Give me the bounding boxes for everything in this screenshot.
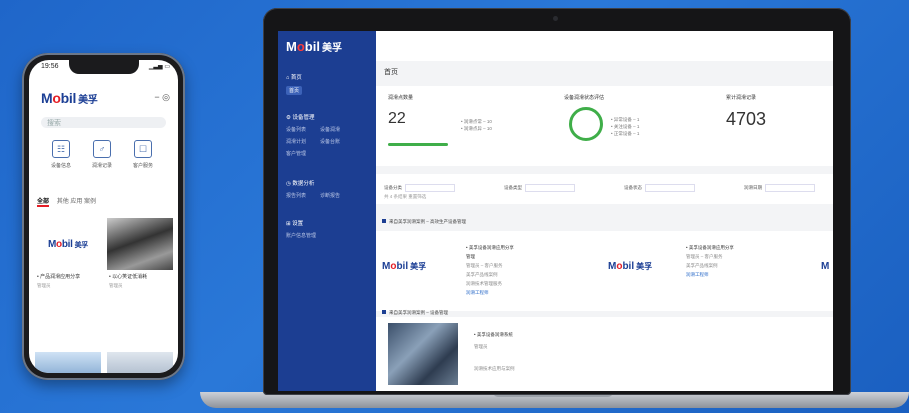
sidebar-item-device-lube[interactable]: 设备润滑	[320, 126, 340, 133]
filter-category[interactable]: 设备分类	[384, 184, 455, 192]
card-mobil-logo: Mobil 美孚	[608, 261, 653, 272]
phone-search-input[interactable]: 搜索	[41, 117, 166, 128]
section-header-1: 来自美孚润滑案例 – 高效生产设备管理	[382, 219, 466, 225]
phone-status-icons: ▁▃▅ ▭	[148, 64, 170, 70]
stat-total-records: 累计润滑记录 4703	[726, 95, 767, 129]
section-header-2: 来自美孚润滑案例 – 设备管理	[382, 310, 448, 316]
phone-header-icons[interactable]: − ◎	[154, 92, 170, 103]
stat-legend: • 润滑点常 – 10 • 润滑点异 – 10	[461, 119, 492, 131]
filter-status[interactable]: 设备状态	[624, 184, 695, 192]
laptop-device: Mobil 美孚 ⌂ 首页 首页 ⚙ 设备管理 设备列表 设备润滑 润滑计划 设备台账…	[263, 8, 851, 395]
case-card-2[interactable]: Mobil 美孚 • 美孚设备润滑应用分享 管理员 – 客户服务 美孚产品线案例 …	[586, 231, 796, 311]
case-row-2-text: • 美孚设备润滑系统 管理员 润滑技术应用与案例	[474, 332, 515, 371]
phone-screen: 19:56 ▁▃▅ ▭ Mobil 美孚 − ◎ 搜索 ☷ 设备信息 ♂ 润滑记录…	[29, 60, 178, 373]
card-tag: 润滑工程师	[686, 272, 709, 277]
filter-type[interactable]: 设备类型	[504, 184, 575, 192]
phone-notch	[69, 60, 139, 74]
sidebar-item-lube-plan[interactable]: 润滑计划	[286, 138, 306, 145]
phone-search-placeholder: 搜索	[47, 120, 61, 127]
status-donut-chart	[569, 107, 603, 141]
card-tag: 润滑工程师	[466, 290, 489, 295]
phone-status-time: 19:56	[41, 63, 59, 70]
filter-date[interactable]: 润滑日期	[744, 184, 815, 192]
sidebar-logo: Mobil 美孚	[286, 39, 342, 54]
case-card-text: • 美孚设备润滑应用分享 管理 管理员 – 客户服务 美孚产品线案例 润滑技术管…	[466, 245, 514, 295]
stat-lube-points: 润滑点数量 22	[388, 95, 414, 127]
tab-others[interactable]: 其他 应用 案例	[57, 199, 96, 205]
service-icon: ☐	[134, 140, 152, 158]
top-bar	[376, 31, 833, 61]
card-subtitle: 管理员	[37, 283, 51, 288]
phone-card-3-photo[interactable]	[35, 352, 101, 373]
settings-icon: ⊞	[286, 221, 291, 227]
phone-card-1[interactable]: Mobil 美孚 • 产品润滑应用分享 管理员	[35, 218, 101, 308]
lubrication-icon: ♂	[93, 140, 111, 158]
camera-icon	[553, 16, 558, 21]
laptop-screen: Mobil 美孚 ⌂ 首页 首页 ⚙ 设备管理 设备列表 设备润滑 润滑计划 设备台账…	[278, 31, 833, 391]
card-mobil-logo: Mobil 美孚	[47, 238, 88, 250]
page-title: 首页	[384, 69, 398, 76]
case-card-row: Mobil 美孚 • 美孚设备润滑应用分享 管理 管理员 – 客户服务 美孚产品线…	[376, 231, 833, 311]
sidebar-item-customers[interactable]: 客户管理	[286, 150, 306, 157]
quick-entry-lubrication[interactable]: ♂ 润滑记录	[84, 140, 120, 169]
phone-card-4-photo[interactable]	[107, 352, 173, 373]
mobil-logo: Mobil 美孚	[41, 90, 98, 106]
card-title: • 产品润滑应用分享	[37, 274, 81, 280]
sidebar: Mobil 美孚 ⌂ 首页 首页 ⚙ 设备管理 设备列表 设备润滑 润滑计划 设备台账…	[278, 31, 376, 391]
sidebar-group-settings: ⊞ 设置 账户信息管理	[286, 221, 317, 239]
case-row-2[interactable]: • 美孚设备润滑系统 管理员 润滑技术应用与案例	[376, 317, 833, 391]
status-legend: • 异常设备 – 1 • 关注设备 – 1 • 正常设备 – 1	[611, 117, 640, 136]
main-content: 首页 润滑点数量 22 • 润滑点常 – 10 • 润滑点异 – 10 设备润滑状…	[376, 31, 833, 391]
card-mobil-logo: Mobil 美孚	[382, 261, 427, 272]
chart-icon: ◷	[286, 181, 291, 187]
card-title: • 以心笑证低消耗	[109, 274, 148, 280]
phone-tabs[interactable]: 全部 其他 应用 案例	[37, 196, 96, 207]
quick-entry-device[interactable]: ☷ 设备信息	[43, 140, 79, 169]
case-card-1[interactable]: Mobil 美孚 • 美孚设备润滑应用分享 管理 管理员 – 客户服务 美孚产品线…	[376, 231, 586, 311]
phone-device: 19:56 ▁▃▅ ▭ Mobil 美孚 − ◎ 搜索 ☷ 设备信息 ♂ 润滑记录…	[22, 53, 185, 380]
stat-value: 4703	[726, 109, 767, 129]
sidebar-group-analysis: ◷ 数据分析 报告列表 诊断报告	[286, 181, 341, 199]
machine-photo	[388, 323, 458, 385]
sidebar-item-home[interactable]: 首页	[286, 86, 303, 95]
device-icon: ☷	[52, 140, 70, 158]
stats-panel: 润滑点数量 22 • 润滑点常 – 10 • 润滑点异 – 10 设备润滑状态评估…	[376, 86, 833, 166]
sidebar-group-device: ⚙ 设备管理 设备列表 设备润滑 润滑计划 设备台账 客户管理	[286, 115, 341, 157]
sidebar-item-device-ledger[interactable]: 设备台账	[320, 138, 340, 145]
quick-entry-service[interactable]: ☐ 客户服务	[125, 140, 161, 169]
filter-summary: 共 4 条结果 重置筛选	[384, 194, 427, 199]
sidebar-item-diagnosis[interactable]: 诊断报告	[320, 192, 340, 199]
card-subtitle: 管理员	[109, 283, 123, 288]
tab-all[interactable]: 全部	[37, 199, 50, 207]
phone-card-2[interactable]: • 以心笑证低消耗 管理员	[107, 218, 173, 308]
filter-bar: 设备分类 设备类型 设备状态 润滑日期 共 4 条结果 重置筛选	[376, 174, 833, 204]
sidebar-item-reports[interactable]: 报告列表	[286, 192, 306, 199]
progress-bar	[388, 143, 448, 146]
sidebar-item-device-list[interactable]: 设备列表	[286, 126, 306, 133]
sidebar-group-home: ⌂ 首页 首页	[286, 75, 303, 95]
device-icon: ⚙	[286, 115, 291, 121]
home-icon: ⌂	[286, 75, 290, 81]
case-card-text: • 美孚设备润滑应用分享 管理员 – 客户服务 美孚产品线案例 润滑工程师	[686, 245, 734, 277]
stat-device-status: 设备润滑状态评估	[564, 95, 605, 101]
stat-value: 22	[388, 110, 406, 127]
card-photo	[107, 218, 173, 270]
sidebar-item-account[interactable]: 账户信息管理	[286, 232, 316, 239]
case-card-3-logo[interactable]: M	[821, 261, 829, 272]
